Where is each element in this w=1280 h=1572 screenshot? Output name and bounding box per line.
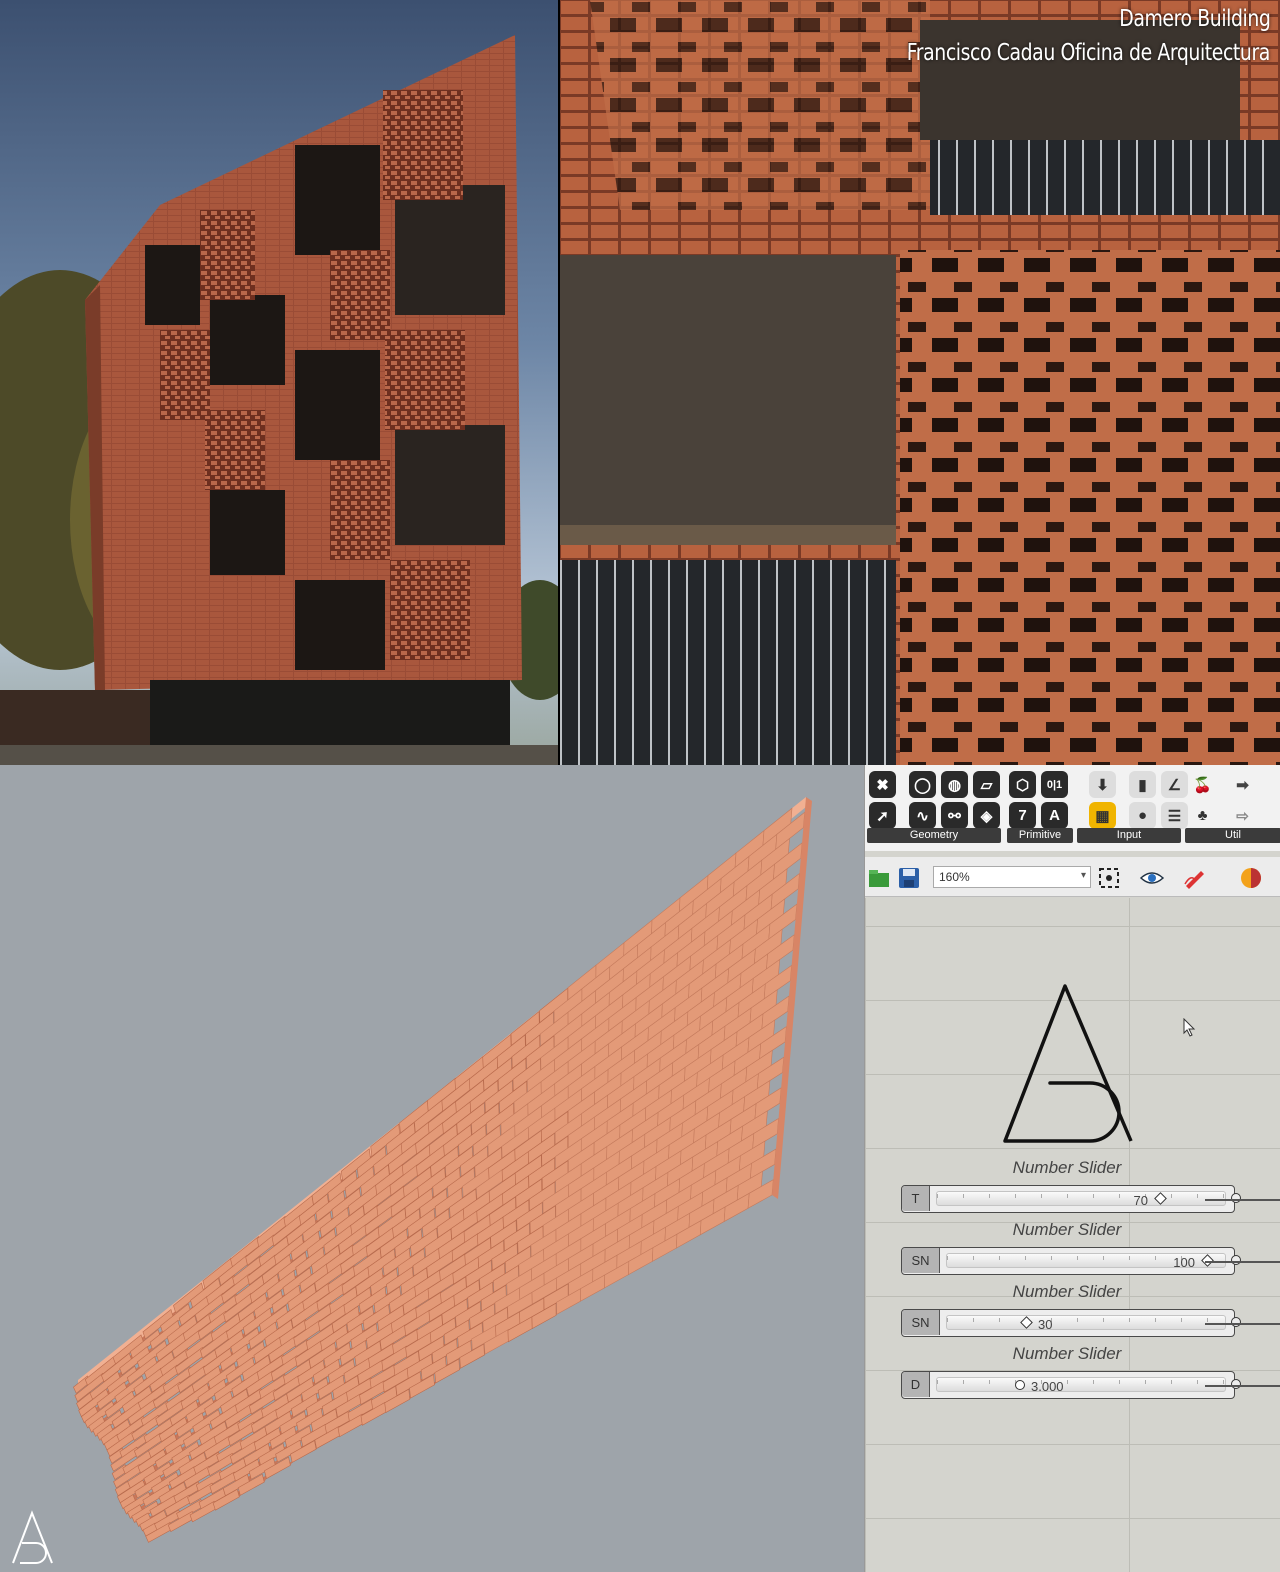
ribbon-group-geometry: ✖ ◯ ◍ ▱ ➚ ∿ ⚯ ◈ Geometry	[865, 769, 1003, 849]
grasshopper-panel: ✖ ◯ ◍ ▱ ➚ ∿ ⚯ ◈ Geometry ⬡ 0|1 7 A Primi…	[864, 765, 1280, 1572]
slider-value: 100	[1173, 1255, 1195, 1270]
output-grip[interactable]	[1231, 1193, 1241, 1203]
zoom-value: 160%	[939, 870, 970, 884]
mouse-cursor-icon	[1183, 1018, 1196, 1037]
caption-title: Damero Building	[1118, 6, 1271, 32]
diamond-icon[interactable]: ◈	[973, 802, 1000, 829]
brick-wall-model	[73, 797, 812, 1543]
ribbon-label-util[interactable]: Util	[1185, 828, 1280, 843]
ribbon-group-primitive: ⬡ 0|1 7 A Primitive	[1007, 769, 1073, 849]
arrow-icon[interactable]: ➚	[869, 802, 896, 829]
line-icon[interactable]: ∿	[909, 802, 936, 829]
slider-tag: SN	[902, 1310, 940, 1335]
slider-ticks	[937, 1194, 1225, 1198]
slider-tag: T	[902, 1186, 930, 1211]
number-slider[interactable]: D 3.000	[901, 1371, 1241, 1399]
photo-building-facade	[0, 0, 558, 765]
integer-icon[interactable]: 7	[1009, 802, 1036, 829]
parametric-logo-icon	[1003, 984, 1133, 1143]
ribbon-group-util: 🍒 ➡ ♣ ⇨ Util	[1185, 769, 1280, 849]
text-icon[interactable]: A	[1041, 802, 1068, 829]
geometry-icon[interactable]: ✖	[869, 771, 896, 798]
output-wire	[1205, 1261, 1280, 1263]
component-ribbon: ✖ ◯ ◍ ▱ ➚ ∿ ⚯ ◈ Geometry ⬡ 0|1 7 A Primi…	[865, 765, 1280, 851]
open-file-icon[interactable]	[867, 866, 891, 890]
slider-value: 3.000	[1031, 1379, 1064, 1394]
ribbon-label-primitive[interactable]: Primitive	[1007, 828, 1073, 843]
output-grip[interactable]	[1231, 1317, 1241, 1327]
slider-ticks	[937, 1380, 1225, 1384]
bars-icon[interactable]: ▦	[1089, 802, 1116, 829]
slider-tag: D	[902, 1372, 930, 1397]
circle-icon[interactable]: ◯	[909, 771, 936, 798]
slider-ticks	[947, 1318, 1225, 1322]
toggle-icon[interactable]: ▮	[1129, 771, 1156, 798]
cherry-icon[interactable]: 🍒	[1189, 771, 1216, 798]
slider-title: Number Slider	[1012, 1158, 1122, 1177]
boolean-icon[interactable]: 0|1	[1041, 771, 1068, 798]
link-icon[interactable]: ⚯	[941, 802, 968, 829]
zoom-select[interactable]: 160% ▾	[933, 866, 1091, 888]
chevron-down-icon: ▾	[1080, 870, 1086, 881]
slider-track[interactable]: 30	[946, 1315, 1226, 1332]
caption-subtitle: Francisco Cadau Oficina de Arquitectura	[906, 40, 1271, 66]
zoom-extents-icon[interactable]	[1097, 866, 1121, 890]
shading-icon[interactable]	[1239, 866, 1263, 890]
slider-title: Number Slider	[1012, 1220, 1122, 1239]
output-wire	[1205, 1199, 1280, 1201]
slider-handle[interactable]	[1015, 1380, 1025, 1390]
ribbon-label-input[interactable]: Input	[1077, 828, 1181, 843]
ribbon-group-input: ⬇ ▮ ∠ ▦ ● ☰ Input	[1077, 769, 1188, 849]
slider-tag: SN	[902, 1248, 940, 1273]
logo-icon	[12, 1510, 53, 1564]
slider-title: Number Slider	[1012, 1282, 1122, 1301]
slider-value: 70	[1133, 1193, 1148, 1208]
brick-detail-illustration	[560, 0, 1280, 765]
button-icon[interactable]: ●	[1129, 802, 1156, 829]
surface-icon[interactable]: ▱	[973, 771, 1000, 798]
slider-value: 30	[1038, 1317, 1053, 1332]
hexagon-icon[interactable]: ⬡	[1009, 771, 1036, 798]
save-icon[interactable]	[897, 866, 921, 890]
list-icon[interactable]: ☰	[1161, 802, 1188, 829]
canvas-toolbar: 160% ▾	[865, 857, 1280, 897]
number-slider[interactable]: SN 30	[901, 1309, 1241, 1337]
curve-icon[interactable]: ◍	[941, 771, 968, 798]
arrow-outline-icon[interactable]: ⇨	[1229, 802, 1256, 829]
rhino-viewport[interactable]	[0, 765, 864, 1572]
download-icon[interactable]: ⬇	[1089, 771, 1116, 798]
graph-icon[interactable]: ∠	[1161, 771, 1188, 798]
output-wire	[1205, 1323, 1280, 1325]
slider-track[interactable]: 70	[936, 1191, 1226, 1208]
sketch-pen-icon[interactable]	[1183, 866, 1207, 890]
slider-track[interactable]: 3.000	[936, 1377, 1226, 1394]
building-facade-illustration	[0, 35, 558, 765]
slider-title: Number Slider	[1012, 1344, 1122, 1363]
number-slider[interactable]: SN 100	[901, 1247, 1241, 1275]
ribbon-label-geometry[interactable]: Geometry	[867, 828, 1001, 843]
preview-eye-icon[interactable]	[1140, 866, 1164, 890]
tree-icon[interactable]: ♣	[1189, 802, 1216, 829]
photo-brick-detail: Damero Building Francisco Cadau Oficina …	[560, 0, 1280, 765]
grasshopper-canvas[interactable]: Number Slider T 70 Number Slider SN 100 Number…	[865, 898, 1280, 1572]
slider-track[interactable]: 100	[946, 1253, 1226, 1270]
output-grip[interactable]	[1231, 1379, 1241, 1389]
output-grip[interactable]	[1231, 1255, 1241, 1265]
output-wire	[1205, 1385, 1280, 1387]
number-slider[interactable]: T 70	[901, 1185, 1241, 1213]
arrow-right-icon[interactable]: ➡	[1229, 771, 1256, 798]
